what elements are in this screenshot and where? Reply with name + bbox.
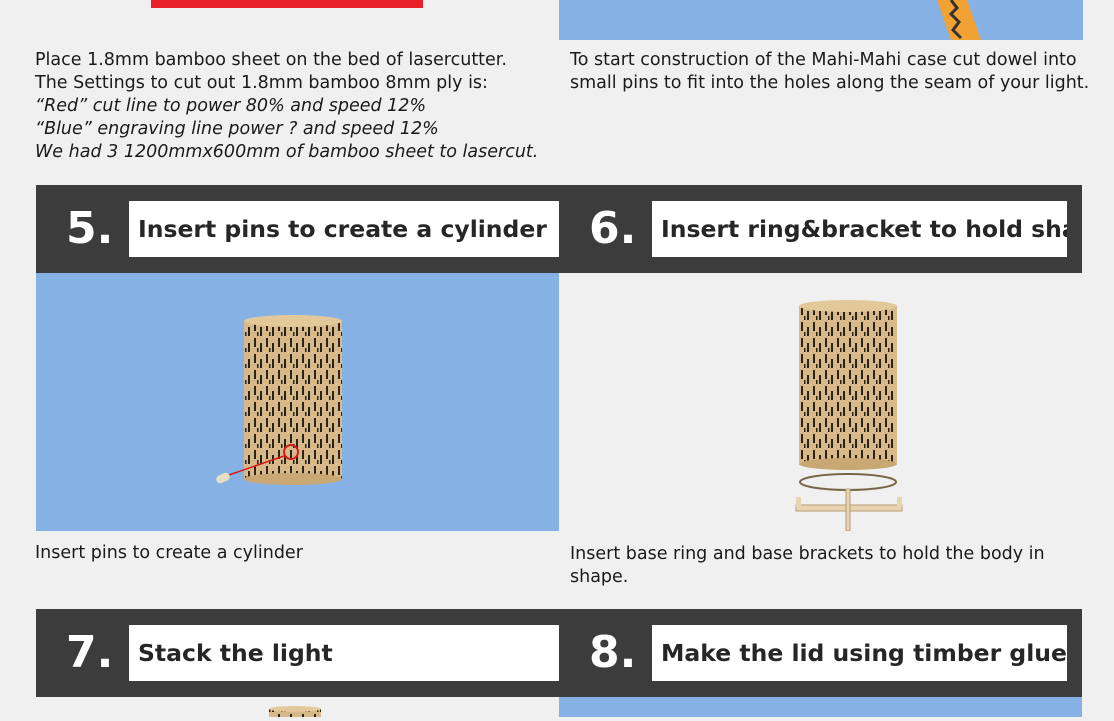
step8-title: Make the lid using timber glue <box>652 625 1067 681</box>
step6-title: Insert ring&bracket to hold shape <box>652 201 1067 257</box>
step6-caption-line: shape. <box>570 567 629 587</box>
step3-setting-line: “Blue” engraving line power ? and speed … <box>35 119 439 139</box>
lasercut-sheet-image <box>151 0 423 8</box>
step4-caption-line: small pins to fit into the holes along t… <box>570 73 1090 93</box>
step7-title: Stack the light <box>129 625 559 681</box>
step5-caption: Insert pins to create a cylinder <box>35 542 555 565</box>
step6-image <box>559 273 1082 532</box>
step4-caption: To start construction of the Mahi-Mahi c… <box>570 49 1100 95</box>
step5-title: Insert pins to create a cylinder <box>129 201 559 257</box>
step5-image <box>36 273 559 531</box>
step3-setting-line: “Red” cut line to power 80% and speed 12… <box>35 96 427 116</box>
step8-number: 8. <box>589 627 637 678</box>
cutter-knife-illustration <box>937 0 981 40</box>
step3-caption-line: The Settings to cut out 1.8mm bamboo 8mm… <box>35 73 488 93</box>
cylinder-with-pin-illustration <box>216 315 342 485</box>
step5-caption-line: Insert pins to create a cylinder <box>35 543 303 563</box>
step3-caption: Place 1.8mm bamboo sheet on the bed of l… <box>35 49 555 164</box>
step5-number: 5. <box>66 203 114 254</box>
cylinder-with-base-ring-illustration <box>795 300 903 532</box>
step7-image <box>36 697 559 717</box>
stacked-light-illustration <box>269 706 321 717</box>
step3-caption-line: Place 1.8mm bamboo sheet on the bed of l… <box>35 50 507 70</box>
step7-number: 7. <box>66 627 114 678</box>
step3-setting-line: We had 3 1200mmx600mm of bamboo sheet to… <box>35 142 539 162</box>
step8-image <box>559 697 1082 717</box>
step6-number: 6. <box>589 203 637 254</box>
step4-caption-line: To start construction of the Mahi-Mahi c… <box>570 50 1077 70</box>
dowel-cutting-image <box>559 0 1083 40</box>
step6-caption: Insert base ring and base brackets to ho… <box>570 543 1090 589</box>
step6-caption-line: Insert base ring and base brackets to ho… <box>570 544 1045 564</box>
